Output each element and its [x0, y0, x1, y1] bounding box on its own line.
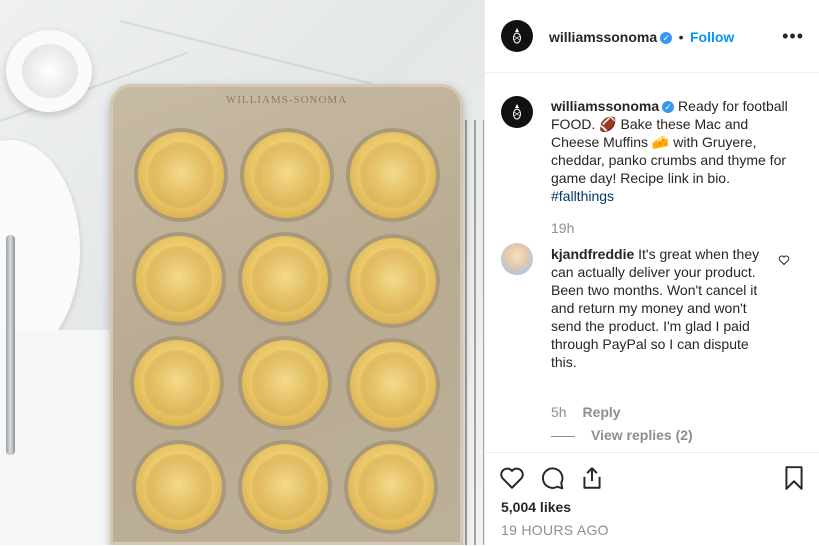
hashtag-link[interactable]: #fallthings	[551, 188, 614, 204]
like-heart-icon[interactable]	[499, 465, 525, 491]
muffin	[132, 440, 226, 534]
header-username[interactable]: williamssonoma	[549, 29, 657, 45]
caption-age: 19h	[551, 220, 575, 236]
replies-divider	[551, 435, 575, 437]
post-actions: 5,004 likes 19 HOURS AGO	[485, 452, 819, 546]
comment-text: It's great when they can actually delive…	[551, 246, 760, 370]
verified-badge-icon: ✓	[660, 31, 673, 44]
muffin	[346, 338, 440, 432]
comment-meta: 5h Reply	[551, 404, 621, 420]
profile-avatar[interactable]	[501, 20, 533, 52]
view-replies-label: View replies (2)	[591, 427, 693, 443]
post-header: williamssonoma ✓ • Follow •••	[485, 0, 819, 73]
muffin	[238, 440, 332, 534]
muffin	[344, 440, 438, 534]
post-side-panel: williamssonoma ✓ • Follow ••• williamsson…	[484, 0, 819, 545]
header-title-row: williamssonoma ✓ • Follow	[549, 29, 734, 47]
share-icon[interactable]	[579, 465, 605, 491]
caption-username[interactable]: williamssonoma	[551, 98, 659, 114]
muffin	[346, 128, 440, 222]
header-separator: •	[678, 29, 684, 45]
likes-count[interactable]: 5,004 likes	[501, 499, 571, 515]
caption-avatar[interactable]	[501, 96, 533, 128]
muffin	[346, 234, 440, 328]
comment-username[interactable]: kjandfreddie	[551, 246, 634, 262]
pineapple-logo-icon	[513, 28, 521, 44]
more-options-icon[interactable]: •••	[782, 26, 804, 47]
comment: kjandfreddie It's great when they can ac…	[551, 245, 776, 371]
bookmark-icon[interactable]	[781, 465, 807, 491]
comment-bubble-icon[interactable]	[539, 465, 565, 491]
salt-bowl	[6, 30, 92, 112]
commenter-avatar[interactable]	[501, 243, 533, 275]
caption: williamssonoma ✓ Ready for football FOOD.…	[551, 97, 796, 237]
napkin	[0, 330, 111, 545]
muffin	[240, 128, 334, 222]
muffin	[238, 232, 332, 326]
salt	[22, 44, 78, 98]
fork	[6, 235, 15, 455]
pan-brand-stamp: WILLIAMS-SONOMA	[225, 94, 348, 106]
view-replies-button[interactable]: View replies (2)	[551, 427, 693, 443]
marble-vein	[119, 20, 373, 85]
muffin-pan: WILLIAMS-SONOMA	[110, 84, 463, 545]
pineapple-logo-icon	[513, 104, 521, 120]
post-photo[interactable]: WILLIAMS-SONOMA	[0, 0, 484, 545]
muffin	[238, 336, 332, 430]
follow-button[interactable]: Follow	[690, 29, 734, 45]
verified-badge-icon: ✓	[662, 101, 675, 114]
muffin	[134, 128, 228, 222]
reply-button[interactable]: Reply	[582, 404, 620, 420]
post-timestamp[interactable]: 19 HOURS AGO	[501, 522, 609, 538]
comment-like-heart-icon[interactable]	[778, 254, 790, 266]
muffin	[132, 232, 226, 326]
muffin	[130, 336, 224, 430]
comment-age: 5h	[551, 404, 567, 420]
